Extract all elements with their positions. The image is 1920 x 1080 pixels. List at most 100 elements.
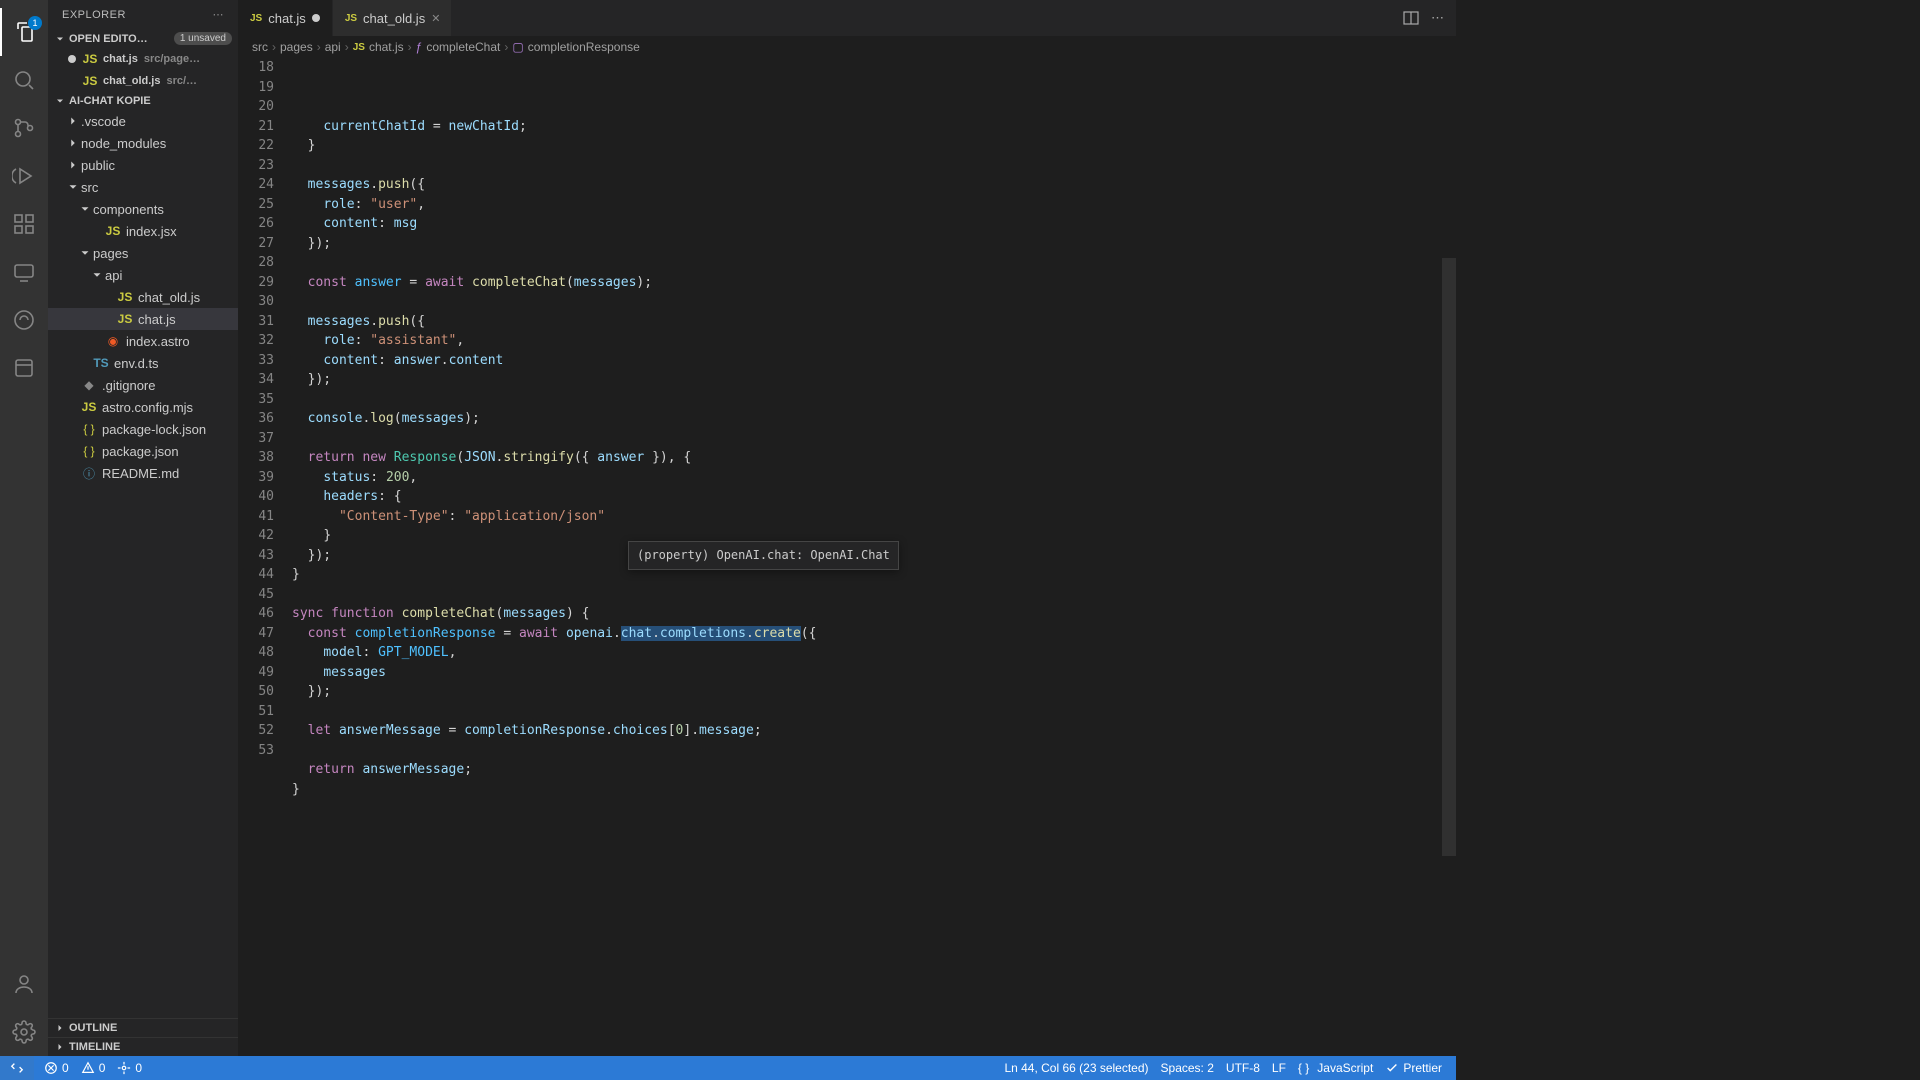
extra-activity-icon-2[interactable] xyxy=(0,344,48,392)
breadcrumb-item[interactable]: ƒ completeChat xyxy=(416,40,501,54)
status-cursor[interactable]: Ln 44, Col 66 (23 selected) xyxy=(998,1056,1154,1080)
open-editor-item[interactable]: JSchat_old.jssrc/… xyxy=(48,70,238,92)
json-file-icon: { } xyxy=(81,444,97,458)
folder-item[interactable]: node_modules xyxy=(48,132,238,154)
breadcrumb-item[interactable]: src xyxy=(252,40,268,54)
code-line[interactable]: console.log(messages); xyxy=(288,409,1456,429)
timeline-header[interactable]: TIMELINE xyxy=(48,1037,238,1056)
remote-indicator[interactable] xyxy=(0,1056,34,1080)
extensions-activity-icon[interactable] xyxy=(0,200,48,248)
code-line[interactable] xyxy=(288,585,1456,605)
remote-activity-icon[interactable] xyxy=(0,248,48,296)
line-number: 48 xyxy=(238,643,274,663)
file-item[interactable]: JSchat.js xyxy=(48,308,238,330)
code-line[interactable]: role: "user", xyxy=(288,195,1456,215)
file-item[interactable]: TSenv.d.ts xyxy=(48,352,238,374)
code-line[interactable]: status: 200, xyxy=(288,468,1456,488)
file-item[interactable]: { }package-lock.json xyxy=(48,418,238,440)
minimap[interactable] xyxy=(1442,58,1456,1056)
code-line[interactable]: content: answer.content xyxy=(288,351,1456,371)
code-line[interactable]: messages.push({ xyxy=(288,312,1456,332)
open-editor-item[interactable]: JSchat.jssrc/page… xyxy=(48,48,238,70)
folder-item[interactable]: api xyxy=(48,264,238,286)
code-line[interactable]: currentChatId = newChatId; xyxy=(288,117,1456,137)
breadcrumb-item[interactable]: api xyxy=(325,40,341,54)
code-line[interactable] xyxy=(288,253,1456,273)
code-line[interactable]: "Content-Type": "application/json" xyxy=(288,507,1456,527)
tab-more-icon[interactable]: ⋯ xyxy=(1431,10,1444,26)
code-line[interactable]: const answer = await completeChat(messag… xyxy=(288,273,1456,293)
breadcrumbs[interactable]: src›pages›api›JS chat.js›ƒ completeChat›… xyxy=(238,36,1456,58)
line-number: 45 xyxy=(238,585,274,605)
breadcrumb-item[interactable]: ▢ completionResponse xyxy=(512,40,639,54)
source-control-activity-icon[interactable] xyxy=(0,104,48,152)
breadcrumb-item[interactable]: pages xyxy=(280,40,313,54)
explorer-activity-icon[interactable]: 1 xyxy=(0,8,48,56)
status-spaces[interactable]: Spaces: 2 xyxy=(1155,1056,1220,1080)
code-line[interactable]: } xyxy=(288,136,1456,156)
code-line[interactable]: return answerMessage; xyxy=(288,760,1456,780)
code-line[interactable] xyxy=(288,390,1456,410)
breadcrumb-item[interactable]: JS chat.js xyxy=(353,40,404,54)
folder-item[interactable]: public xyxy=(48,154,238,176)
line-number: 52 xyxy=(238,721,274,741)
code-line[interactable]: role: "assistant", xyxy=(288,331,1456,351)
code-line[interactable]: return new Response(JSON.stringify({ ans… xyxy=(288,448,1456,468)
code-line[interactable]: const completionResponse = await openai.… xyxy=(288,624,1456,644)
code-line[interactable] xyxy=(288,292,1456,312)
file-item[interactable]: { }package.json xyxy=(48,440,238,462)
debug-activity-icon[interactable] xyxy=(0,152,48,200)
folder-item[interactable]: components xyxy=(48,198,238,220)
code-line[interactable]: let answerMessage = completionResponse.c… xyxy=(288,721,1456,741)
code-line[interactable] xyxy=(288,156,1456,176)
search-activity-icon[interactable] xyxy=(0,56,48,104)
code-editor[interactable]: 1819202122232425262728293031323334353637… xyxy=(238,58,1456,1056)
code-line[interactable] xyxy=(288,741,1456,761)
code-line[interactable]: messages.push({ xyxy=(288,175,1456,195)
code-line[interactable]: } xyxy=(288,780,1456,800)
code-content[interactable]: currentChatId = newChatId; } messages.pu… xyxy=(288,58,1456,1056)
workspace-header[interactable]: AI-CHAT KOPIE xyxy=(48,92,238,110)
account-icon[interactable] xyxy=(0,960,48,1008)
outline-header[interactable]: OUTLINE xyxy=(48,1018,238,1037)
file-item[interactable]: ◆.gitignore xyxy=(48,374,238,396)
folder-item[interactable]: pages xyxy=(48,242,238,264)
code-line[interactable]: model: GPT_MODEL, xyxy=(288,643,1456,663)
editor-tab[interactable]: JSchat.js xyxy=(238,0,333,36)
close-tab-icon[interactable] xyxy=(431,14,439,22)
line-number: 23 xyxy=(238,156,274,176)
file-item[interactable]: JSindex.jsx xyxy=(48,220,238,242)
split-editor-icon[interactable] xyxy=(1403,10,1419,26)
code-line[interactable]: content: msg xyxy=(288,214,1456,234)
folder-item[interactable]: .vscode xyxy=(48,110,238,132)
file-item[interactable]: JSastro.config.mjs xyxy=(48,396,238,418)
code-line[interactable]: }); xyxy=(288,370,1456,390)
code-line[interactable]: }); xyxy=(288,682,1456,702)
status-language[interactable]: { } JavaScript xyxy=(1292,1056,1379,1080)
js-file-icon: JS xyxy=(345,13,357,24)
code-line[interactable]: messages xyxy=(288,663,1456,683)
explorer-more-icon[interactable]: ⋯ xyxy=(213,8,225,21)
folder-item[interactable]: src xyxy=(48,176,238,198)
file-item[interactable]: ◉index.astro xyxy=(48,330,238,352)
file-item[interactable]: ⓘREADME.md xyxy=(48,462,238,484)
code-line[interactable]: 💡sync function completeChat(messages) { xyxy=(288,604,1456,624)
status-ports[interactable]: 0 xyxy=(111,1056,148,1080)
code-line[interactable] xyxy=(288,799,1456,819)
editor-tab[interactable]: JSchat_old.js xyxy=(333,0,452,36)
code-line[interactable] xyxy=(288,429,1456,449)
code-line[interactable]: }); xyxy=(288,234,1456,254)
status-eol[interactable]: LF xyxy=(1266,1056,1292,1080)
dirty-indicator-icon[interactable] xyxy=(312,14,320,22)
code-line[interactable]: headers: { xyxy=(288,487,1456,507)
open-editors-header[interactable]: OPEN EDITO… 1 unsaved xyxy=(48,29,238,48)
file-item[interactable]: JSchat_old.js xyxy=(48,286,238,308)
editor-area: JSchat.jsJSchat_old.js ⋯ src›pages›api›J… xyxy=(238,0,1456,1056)
status-warnings[interactable]: 0 xyxy=(75,1056,112,1080)
settings-gear-icon[interactable] xyxy=(0,1008,48,1056)
extra-activity-icon-1[interactable] xyxy=(0,296,48,344)
status-encoding[interactable]: UTF-8 xyxy=(1220,1056,1266,1080)
code-line[interactable] xyxy=(288,702,1456,722)
status-errors[interactable]: 0 xyxy=(38,1056,75,1080)
status-prettier[interactable]: Prettier xyxy=(1379,1056,1448,1080)
